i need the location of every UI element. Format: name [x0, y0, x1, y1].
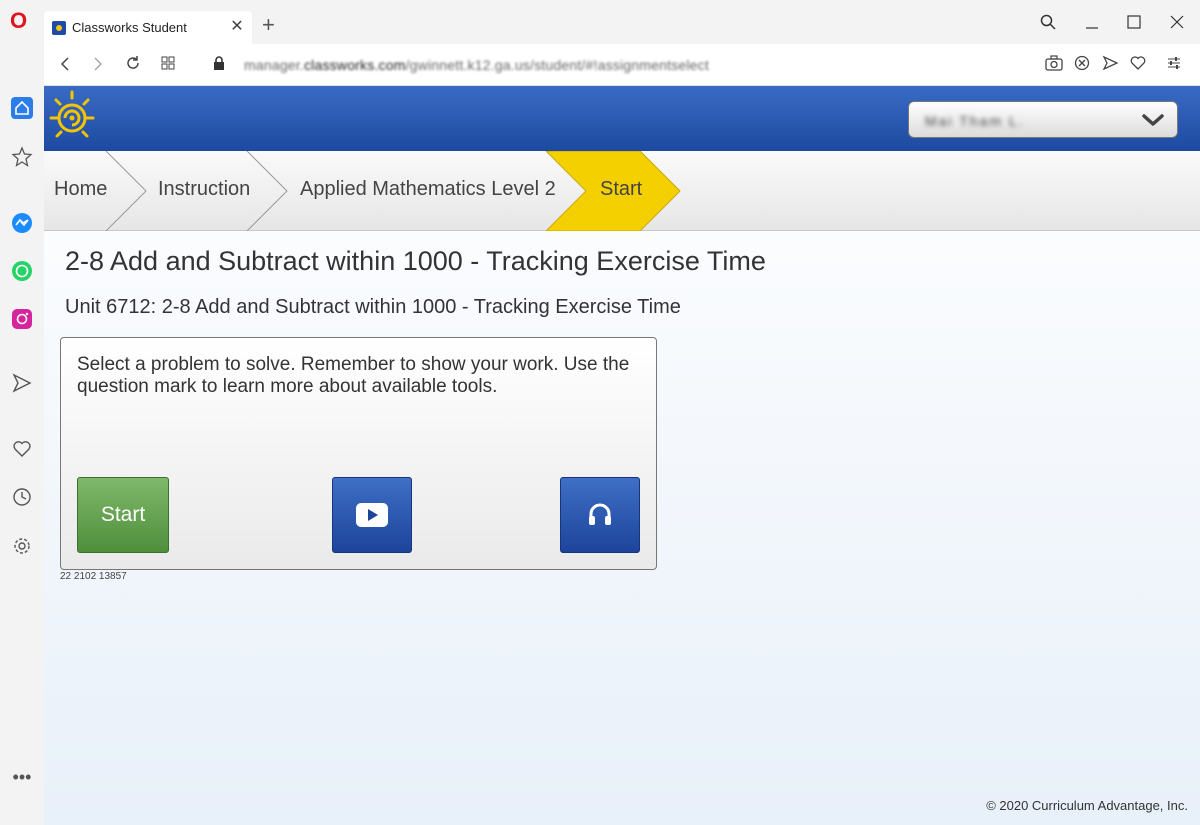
assignment-code: 22 2102 13857	[60, 571, 127, 582]
copyright-text: © 2020 Curriculum Advantage, Inc.	[986, 798, 1188, 813]
url-prefix: manager.	[244, 57, 304, 73]
page-title: 2-8 Add and Subtract within 1000 - Track…	[65, 246, 766, 276]
settings-gear-icon[interactable]	[11, 535, 33, 557]
assignment-panel: Select a problem to solve. Remember to s…	[60, 337, 657, 570]
instagram-icon[interactable]	[11, 308, 33, 330]
minimize-button[interactable]	[1077, 8, 1107, 36]
bookmark-heart-icon[interactable]	[1127, 54, 1149, 76]
instructions-text: Select a problem to solve. Remember to s…	[77, 354, 630, 397]
play-video-icon	[356, 503, 388, 527]
speed-dial-icon[interactable]	[157, 54, 179, 76]
headphones-icon	[589, 503, 611, 525]
opera-logo-icon[interactable]: O	[10, 9, 32, 33]
crumb-home[interactable]: Home	[54, 178, 107, 201]
bookmarks-star-icon[interactable]	[11, 146, 33, 168]
start-button[interactable]: Start	[77, 477, 169, 553]
easy-setup-icon[interactable]	[1163, 54, 1185, 76]
video-button[interactable]	[332, 477, 412, 553]
classworks-sun-logo[interactable]	[48, 90, 98, 144]
lock-icon	[208, 54, 230, 76]
history-clock-icon[interactable]	[11, 486, 33, 508]
classworks-favicon-icon	[52, 21, 66, 35]
forward-button[interactable]	[87, 54, 109, 76]
crumb-start[interactable]: Start	[600, 178, 642, 201]
search-tabs-icon[interactable]	[1033, 8, 1063, 36]
chevron-down-icon	[1142, 114, 1164, 126]
messenger-icon[interactable]	[11, 212, 33, 234]
url-path: /gwinnett.k12.ga.us/student/#!assignment…	[405, 57, 709, 73]
home-icon[interactable]	[11, 97, 33, 119]
more-options-icon[interactable]: •••	[11, 768, 33, 792]
user-dropdown[interactable]: Mai Tham L.	[908, 101, 1178, 138]
back-button[interactable]	[54, 54, 76, 76]
adblock-icon[interactable]	[1071, 54, 1093, 76]
close-window-button[interactable]	[1162, 8, 1192, 36]
whatsapp-icon[interactable]	[11, 260, 33, 282]
page-content: Mai Tham L. Home Instruction Applied Mat…	[44, 86, 1200, 825]
url-domain: classworks.com	[303, 57, 406, 73]
header-banner: Mai Tham L.	[44, 86, 1200, 151]
tab-title: Classworks Student	[72, 20, 187, 35]
audio-button[interactable]	[560, 477, 640, 553]
unit-title: Unit 6712: 2-8 Add and Subtract within 1…	[65, 296, 681, 318]
my-flow-heart-icon[interactable]	[11, 438, 33, 460]
reload-button[interactable]	[122, 54, 144, 76]
browser-sidebar: •••	[0, 44, 44, 825]
user-name: Mai Tham L.	[925, 113, 1025, 129]
crumb-applied-mathematics[interactable]: Applied Mathematics Level 2	[300, 178, 556, 201]
crumb-instruction[interactable]: Instruction	[158, 178, 250, 201]
browser-tab[interactable]: Classworks Student ✕	[44, 11, 252, 44]
url-field[interactable]: manager.classworks.com/gwinnett.k12.ga.u…	[244, 57, 709, 73]
breadcrumb: Home Instruction Applied Mathematics Lev…	[44, 151, 1200, 231]
new-tab-button[interactable]: +	[262, 14, 275, 36]
snapshot-icon[interactable]	[1043, 54, 1065, 76]
tab-close-icon[interactable]: ✕	[228, 18, 246, 36]
send-icon[interactable]	[1099, 54, 1121, 76]
flow-send-icon[interactable]	[11, 372, 33, 394]
browser-titlebar: O Classworks Student ✕ +	[0, 0, 1200, 44]
maximize-button[interactable]	[1119, 8, 1149, 36]
address-bar: manager.classworks.com/gwinnett.k12.ga.u…	[44, 44, 1200, 86]
